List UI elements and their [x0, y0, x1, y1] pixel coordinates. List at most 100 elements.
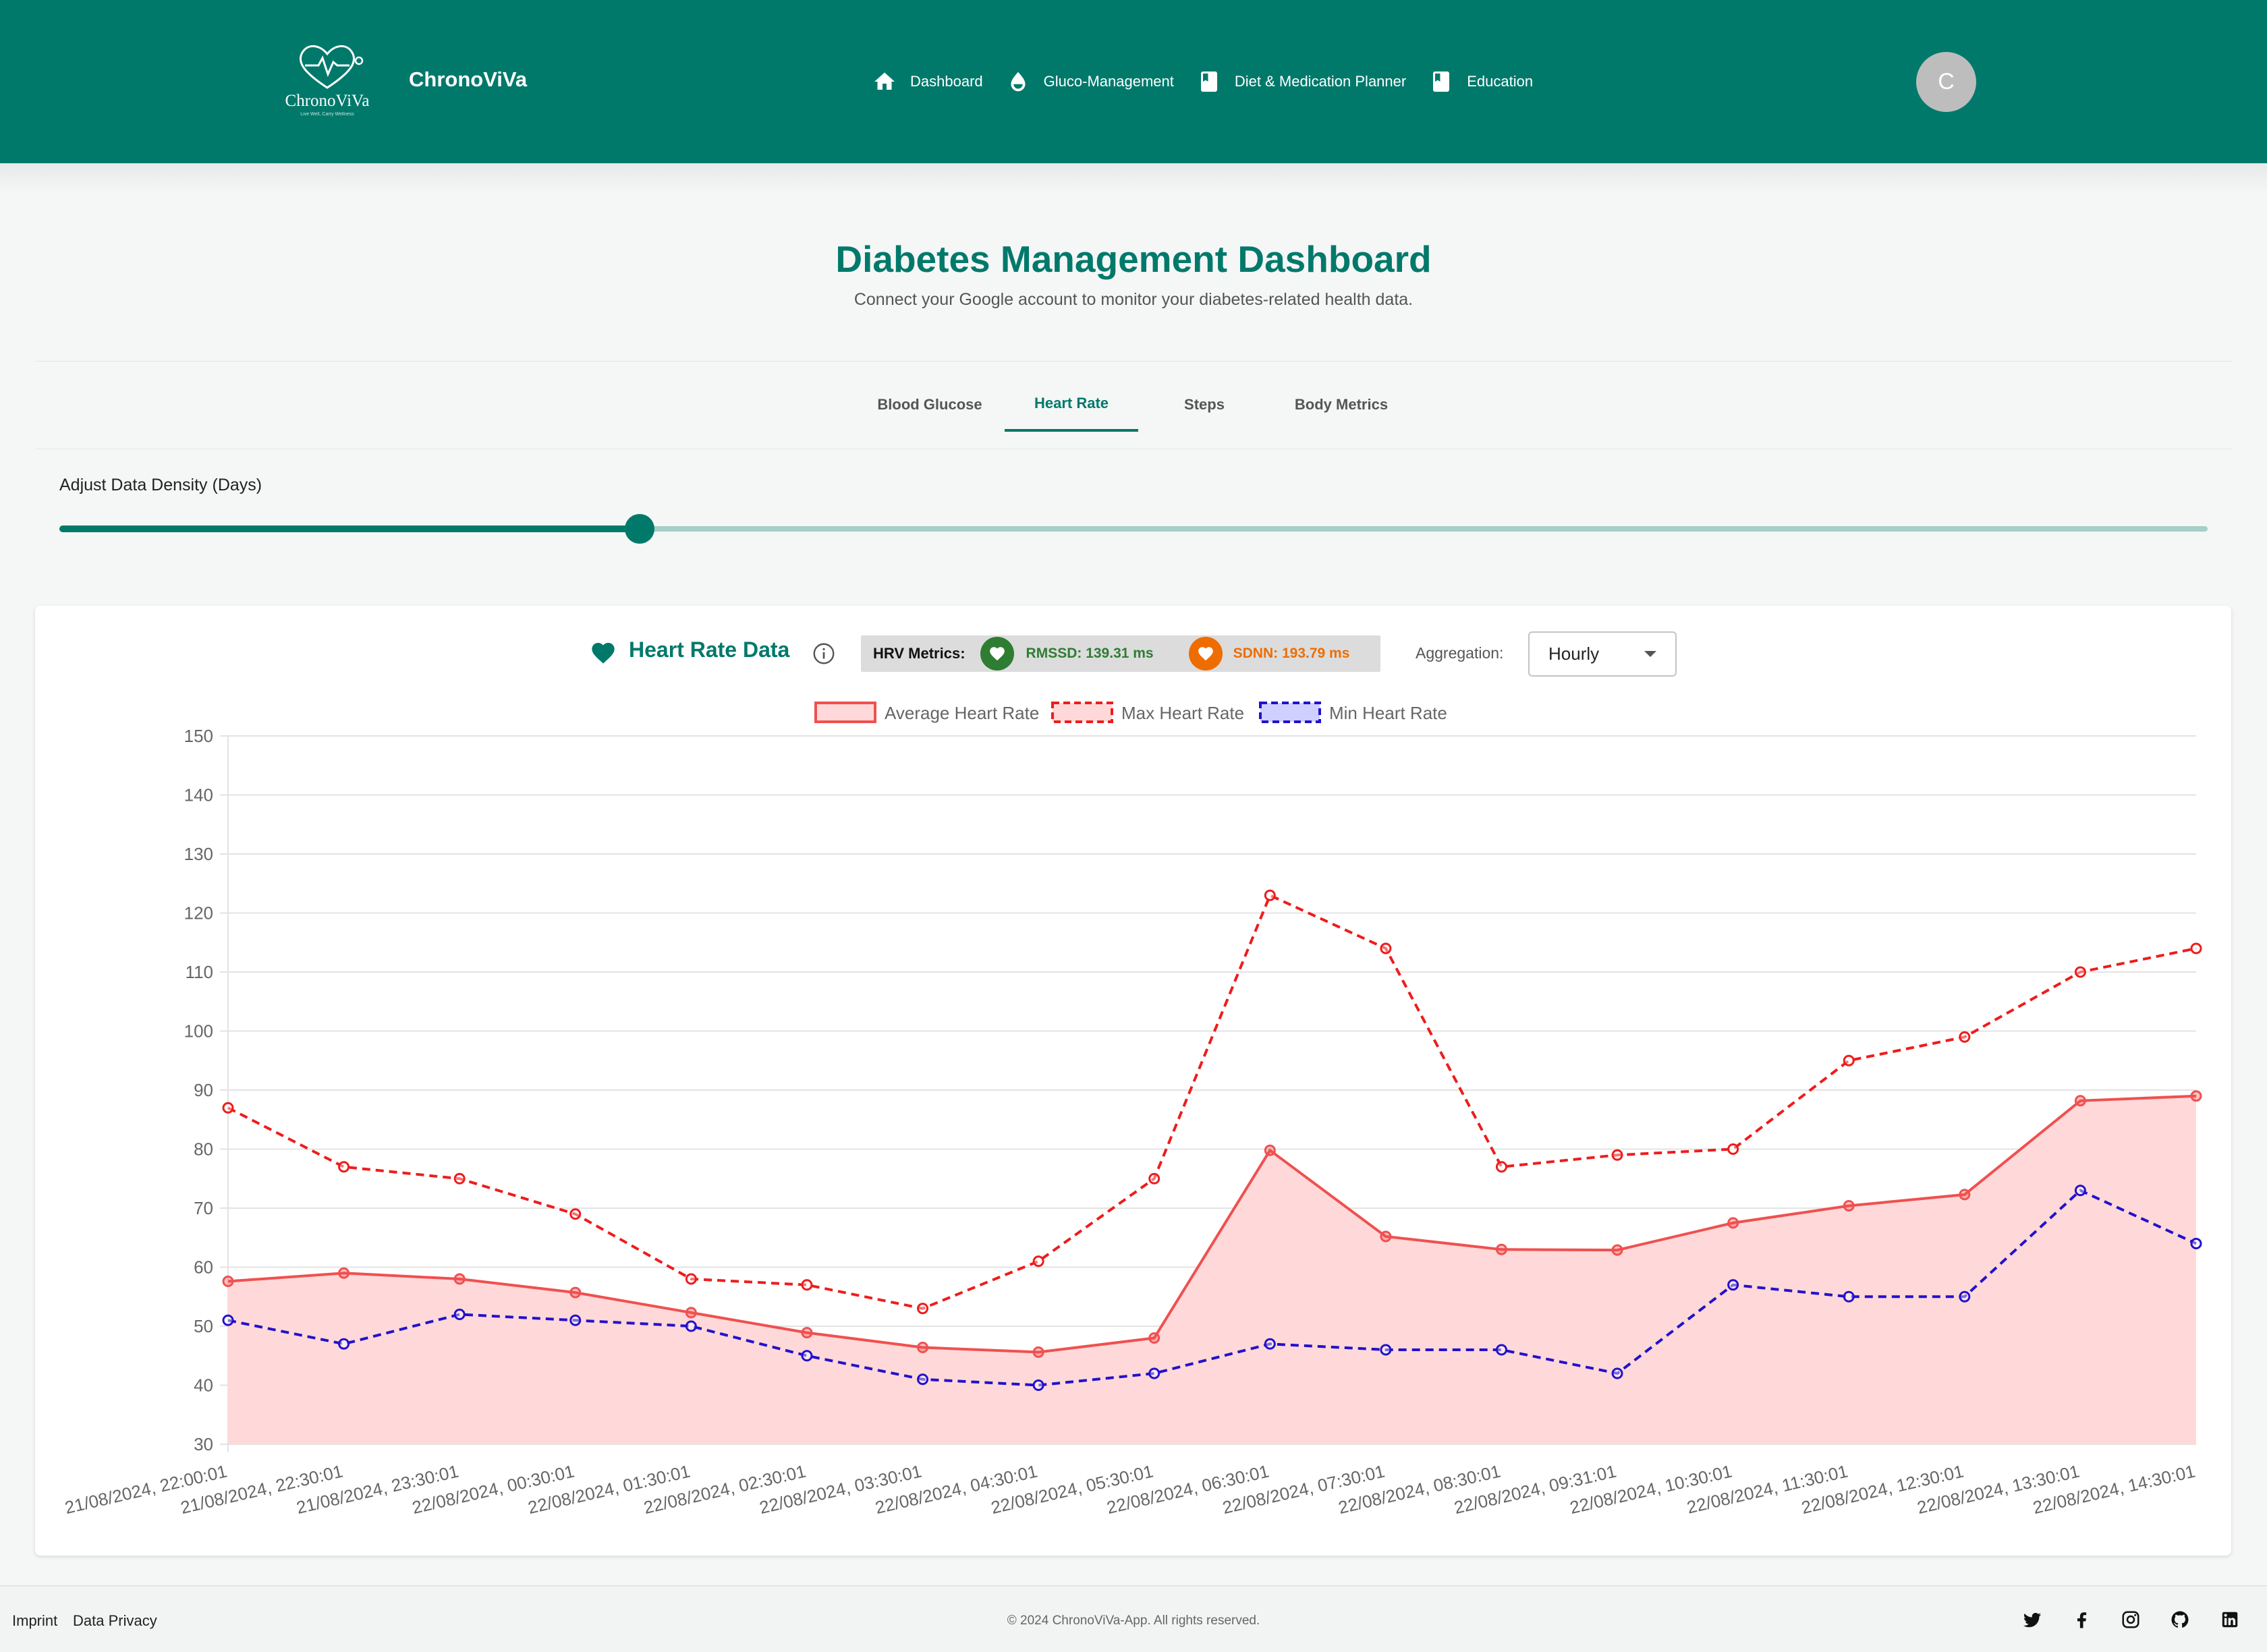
heart-pulse-logo-icon: [299, 45, 364, 89]
y-tick-label: 30: [194, 1434, 213, 1454]
aggregation-value: Hourly: [1548, 644, 1600, 664]
drop-icon: [1011, 72, 1026, 92]
info-icon[interactable]: [812, 642, 836, 666]
min-heart-rate-point: [222, 1314, 234, 1326]
min-heart-rate-point: [685, 1320, 697, 1332]
app-logo[interactable]: ChronoViVa Live Well, Carry Wellness: [277, 35, 378, 123]
tab-blood-glucose[interactable]: Blood Glucose: [870, 378, 989, 432]
tab-steps[interactable]: Steps: [1167, 378, 1241, 432]
max-heart-rate-point: [1727, 1143, 1739, 1155]
legend-swatch: [814, 702, 876, 723]
min-heart-rate-point: [338, 1338, 350, 1350]
min-heart-rate-point: [917, 1373, 929, 1386]
tab-body-metrics[interactable]: Body Metrics: [1282, 378, 1401, 432]
heart-rate-chart-svg: 3040506070809010011012013014015021/08/20…: [63, 702, 2202, 1518]
github-icon[interactable]: [2170, 1610, 2190, 1630]
linkedin-icon[interactable]: [2220, 1610, 2240, 1630]
max-heart-rate-point: [917, 1303, 929, 1315]
min-heart-rate-point: [453, 1309, 466, 1320]
min-heart-rate-point: [2074, 1185, 2086, 1197]
nav-diet-label: Diet & Medication Planner: [1234, 73, 1407, 90]
y-tick-label: 110: [186, 962, 213, 982]
y-tick-label: 70: [194, 1198, 213, 1218]
min-heart-rate-point: [1843, 1290, 1855, 1303]
heart-icon: [592, 643, 615, 664]
min-heart-rate-point: [1727, 1279, 1739, 1291]
facebook-icon[interactable]: [2071, 1610, 2092, 1630]
home-icon: [874, 72, 895, 90]
nav-education[interactable]: Education: [1429, 69, 1533, 94]
y-tick-label: 40: [194, 1375, 213, 1396]
logo-tagline: Live Well, Carry Wellness: [300, 112, 354, 117]
twitter-icon[interactable]: [2022, 1610, 2042, 1630]
y-tick-label: 50: [194, 1316, 213, 1336]
min-heart-rate-point: [801, 1350, 813, 1362]
max-heart-rate-point: [1959, 1031, 1971, 1043]
average-heart-rate-point: [1148, 1332, 1160, 1344]
average-heart-rate-point: [1727, 1217, 1739, 1229]
max-heart-rate-point: [1495, 1161, 1507, 1173]
y-tick-label: 60: [194, 1257, 213, 1278]
copyright-text: © 2024 ChronoViVa-App. All rights reserv…: [1007, 1614, 1260, 1628]
average-heart-rate-point: [801, 1327, 813, 1339]
min-heart-rate-point: [1032, 1379, 1044, 1391]
min-heart-rate-point: [1264, 1338, 1276, 1350]
y-tick-label: 120: [184, 903, 213, 923]
slider-label: Adjust Data Density (Days): [59, 476, 262, 494]
average-heart-rate-point: [917, 1342, 929, 1353]
average-heart-rate-point: [338, 1267, 350, 1279]
heart-rate-chart: 30 40 50 60 70 80 90 100 110 120 130 140 150 21/08/20…: [35, 681, 2231, 1551]
max-heart-rate-point: [453, 1172, 466, 1185]
nav-gluco-management[interactable]: Gluco-Management: [1006, 69, 1174, 94]
average-heart-rate-point: [1843, 1200, 1855, 1212]
page-footer: Imprint Data Privacy © 2024 ChronoViVa-A…: [0, 1585, 2267, 1652]
nav-gluco-label: Gluco-Management: [1043, 73, 1174, 90]
average-heart-rate-point: [222, 1276, 234, 1287]
min-heart-rate-point: [1959, 1290, 1971, 1303]
density-slider-thumb[interactable]: [624, 514, 654, 544]
average-heart-rate-point: [1264, 1144, 1276, 1156]
max-heart-rate-point: [1148, 1172, 1160, 1185]
average-heart-rate-point: [685, 1307, 697, 1319]
min-heart-rate-point: [1611, 1367, 1623, 1379]
rmssd-value: RMSSD: 139.31 ms: [1026, 646, 1154, 661]
min-heart-rate-point: [1380, 1344, 1392, 1356]
user-avatar[interactable]: C: [1916, 52, 1976, 112]
card-title: Heart Rate Data: [629, 637, 790, 662]
brand-name[interactable]: ChronoViVa: [409, 67, 527, 92]
hrv-metrics-panel: HRV Metrics: RMSSD: 139.31 ms SDNN: 193.…: [861, 635, 1380, 672]
y-tick-label: 150: [184, 726, 213, 746]
tabs-divider-top: [35, 361, 2232, 362]
y-tick-label: 140: [184, 785, 213, 805]
tab-heart-rate[interactable]: Heart Rate: [1005, 378, 1138, 432]
min-heart-rate-point: [1495, 1344, 1507, 1356]
max-heart-rate-point: [1380, 942, 1392, 955]
max-heart-rate-point: [1032, 1255, 1044, 1268]
min-heart-rate-point: [569, 1314, 582, 1326]
app-header: ChronoViVa Live Well, Carry Wellness Chr…: [0, 0, 2267, 163]
nav-diet-planner[interactable]: Diet & Medication Planner: [1197, 69, 1406, 94]
density-slider-track[interactable]: [59, 525, 640, 532]
average-heart-rate-point: [1611, 1244, 1623, 1256]
rmssd-heart-icon: [980, 637, 1014, 671]
y-tick-label: 80: [194, 1139, 213, 1160]
main-nav: Dashboard Gluco-Management Diet & Medica…: [872, 66, 1556, 97]
average-heart-rate-point: [1495, 1243, 1507, 1255]
average-heart-rate-point: [1959, 1189, 1971, 1201]
nav-dashboard[interactable]: Dashboard: [872, 69, 983, 94]
page-title: Diabetes Management Dashboard: [835, 238, 1432, 280]
average-heart-rate-point: [2074, 1095, 2086, 1107]
hrv-label: HRV Metrics:: [873, 645, 965, 662]
nav-education-label: Education: [1467, 73, 1534, 90]
instagram-icon[interactable]: [2121, 1610, 2141, 1630]
max-heart-rate-point: [1611, 1149, 1623, 1161]
average-heart-rate-area: [228, 1095, 2196, 1444]
average-heart-rate-point: [453, 1273, 466, 1285]
aggregation-select[interactable]: Hourly: [1528, 631, 1677, 677]
y-tick-label: 90: [194, 1080, 213, 1100]
average-heart-rate-point: [1032, 1346, 1044, 1358]
max-heart-rate-point: [569, 1208, 582, 1220]
max-heart-rate-point: [2074, 966, 2086, 978]
max-heart-rate-point: [1264, 889, 1276, 901]
average-heart-rate-point: [2190, 1090, 2202, 1102]
